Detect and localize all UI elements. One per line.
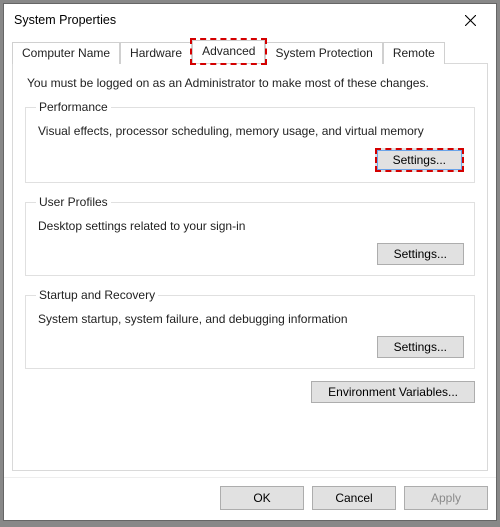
tab-hardware[interactable]: Hardware xyxy=(120,42,192,64)
tab-system-protection[interactable]: System Protection xyxy=(265,42,382,64)
tab-bar: Computer Name Hardware Advanced System P… xyxy=(12,40,488,63)
group-performance: Performance Visual effects, processor sc… xyxy=(25,100,475,183)
dialog-footer: OK Cancel Apply xyxy=(4,477,496,520)
ok-button[interactable]: OK xyxy=(220,486,304,510)
system-properties-window: System Properties Computer Name Hardware… xyxy=(3,3,497,521)
performance-desc: Visual effects, processor scheduling, me… xyxy=(38,124,464,138)
apply-button[interactable]: Apply xyxy=(404,486,488,510)
cancel-button[interactable]: Cancel xyxy=(312,486,396,510)
titlebar: System Properties xyxy=(4,4,496,36)
window-title: System Properties xyxy=(14,13,448,27)
performance-settings-button[interactable]: Settings... xyxy=(375,148,464,172)
startup-desc: System startup, system failure, and debu… xyxy=(38,312,464,326)
tab-remote[interactable]: Remote xyxy=(383,42,445,64)
group-performance-legend: Performance xyxy=(36,100,111,114)
user-profiles-settings-button[interactable]: Settings... xyxy=(377,243,464,265)
group-startup-legend: Startup and Recovery xyxy=(36,288,158,302)
tab-advanced[interactable]: Advanced xyxy=(192,40,265,63)
close-button[interactable] xyxy=(448,6,492,34)
group-user-profiles: User Profiles Desktop settings related t… xyxy=(25,195,475,276)
close-icon xyxy=(465,15,476,26)
environment-variables-button[interactable]: Environment Variables... xyxy=(311,381,475,403)
group-startup-recovery: Startup and Recovery System startup, sys… xyxy=(25,288,475,369)
intro-text: You must be logged on as an Administrato… xyxy=(27,76,475,90)
user-profiles-desc: Desktop settings related to your sign-in xyxy=(38,219,464,233)
content-area: Computer Name Hardware Advanced System P… xyxy=(4,36,496,477)
tab-panel-advanced: You must be logged on as an Administrato… xyxy=(12,63,488,471)
group-user-profiles-legend: User Profiles xyxy=(36,195,111,209)
tab-computer-name[interactable]: Computer Name xyxy=(12,42,120,64)
startup-settings-button[interactable]: Settings... xyxy=(377,336,464,358)
